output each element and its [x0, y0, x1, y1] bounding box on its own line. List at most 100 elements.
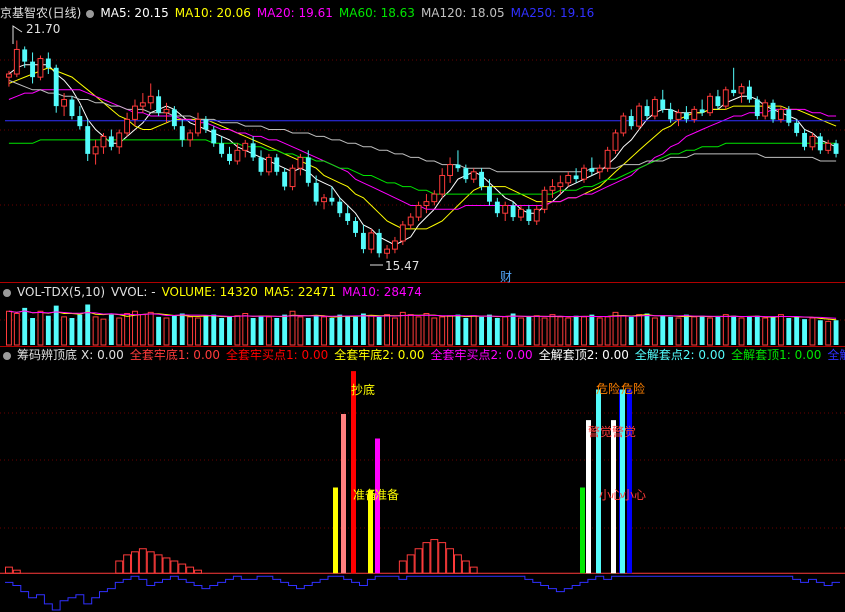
- candle-body: [337, 201, 343, 214]
- accum-bar: [186, 566, 195, 574]
- finance-event-marker[interactable]: 财: [500, 268, 512, 285]
- candle-body: [581, 167, 587, 180]
- volume-bar: [282, 314, 288, 345]
- volume-bar: [715, 316, 721, 345]
- ma-line-ma5: [8, 64, 837, 246]
- annotation-prepare-2: 准备: [375, 488, 400, 502]
- volume-title[interactable]: VOL-TDX(5,10): [17, 285, 105, 299]
- candle-body: [518, 208, 524, 218]
- signal-bar-marker: [375, 438, 380, 574]
- candle-body: [825, 142, 832, 151]
- signal-bar-警觉: [586, 420, 591, 574]
- price-plot: [5, 25, 840, 266]
- volume-bar: [30, 318, 36, 345]
- volume-bar: [809, 317, 816, 346]
- candle-body: [628, 116, 634, 127]
- candle-body: [195, 118, 201, 134]
- candle-body: [265, 156, 272, 173]
- volume-bar: [415, 316, 422, 346]
- signal-bar-pair: [627, 389, 632, 574]
- chart-stage: { "colors": { "background": "#000000", "…: [0, 0, 845, 612]
- candle-body: [777, 108, 784, 120]
- candle-body: [487, 186, 492, 202]
- vol-ma10-label: MA10: 28474: [342, 285, 422, 299]
- accum-bar: [438, 542, 447, 574]
- candle-body: [494, 201, 500, 214]
- stock-title[interactable]: 京基智农(日线): [0, 6, 81, 20]
- accum-bar: [146, 551, 155, 574]
- annotation-alert-1: 警觉: [588, 425, 613, 439]
- volume-bar: [431, 317, 438, 346]
- candle-body: [691, 108, 698, 120]
- volume-bar: [660, 315, 666, 345]
- volume-bar: [187, 316, 194, 346]
- settings-circle-icon[interactable]: [86, 10, 95, 18]
- accum-bar: [5, 566, 13, 574]
- volume-bar: [227, 316, 232, 345]
- candle-body: [37, 58, 44, 78]
- ma-line-ma120: [8, 79, 837, 173]
- volume-bar: [510, 313, 516, 345]
- candle-body: [124, 118, 131, 134]
- volume-header: VOL-TDX(5,10) VVOL: - VOLUME: 14320 MA5: 22…: [0, 284, 428, 300]
- volume-bar: [124, 313, 131, 346]
- volume-bar: [699, 315, 705, 345]
- accum-bar: [162, 557, 171, 574]
- accum-bar: [430, 539, 439, 574]
- volume-bar: [518, 317, 524, 346]
- accum-bar: [154, 554, 163, 574]
- volume-bar: [61, 316, 68, 346]
- vol-ma5-label: MA5: 22471: [263, 285, 337, 299]
- candle-body: [604, 149, 611, 169]
- volume-bar: [156, 316, 162, 345]
- low-price-marker: 15.47: [385, 259, 420, 273]
- candle-body: [675, 112, 682, 120]
- volume-bar: [802, 319, 807, 345]
- candle-body: [533, 208, 540, 222]
- volume-bar: [399, 311, 406, 346]
- candle-body: [770, 102, 776, 120]
- volume-bar: [620, 315, 627, 346]
- candle-body: [399, 224, 406, 242]
- chart-canvas: [0, 25, 845, 611]
- candle-body: [258, 157, 264, 172]
- annotation-prepare-1: 准备: [353, 488, 378, 502]
- candle-body: [565, 174, 572, 184]
- volume-bar: [581, 316, 587, 346]
- candle-body: [423, 201, 430, 206]
- candle-body: [668, 109, 674, 120]
- trapped-buy2-label: 全套牢买点2: 0.00: [430, 348, 533, 362]
- volume-bar: [132, 310, 138, 346]
- volume-bar: [139, 314, 146, 346]
- volume-bar: [321, 316, 327, 346]
- candle-body: [376, 232, 382, 254]
- settings-circle-icon[interactable]: [3, 352, 11, 360]
- accum-bar: [461, 560, 470, 574]
- volume-bar: [533, 315, 540, 346]
- accum-bar: [398, 560, 407, 574]
- release-top1-label: 全解套顶1: 0.00: [731, 348, 822, 362]
- candle-body: [321, 197, 327, 203]
- volume-bar: [833, 320, 839, 345]
- candle-body: [61, 99, 68, 107]
- settings-circle-icon[interactable]: [3, 289, 11, 297]
- volume-bar: [439, 316, 446, 346]
- candle-body: [77, 116, 83, 127]
- accum-bar: [115, 560, 124, 574]
- candle-body: [139, 102, 146, 107]
- volume-bar: [147, 311, 154, 346]
- vvol-label: VVOL: -: [111, 285, 156, 299]
- volume-bar: [376, 316, 382, 345]
- volume-bar: [447, 315, 454, 346]
- volume-bar: [297, 316, 304, 346]
- candle-body: [786, 109, 792, 123]
- candle-body: [715, 96, 721, 107]
- release-top2-label: 全解套顶2: 0.00: [538, 348, 629, 362]
- volume-bar: [384, 314, 390, 346]
- volume-bar: [557, 316, 564, 346]
- indicator-title[interactable]: 筹码辨顶底: [17, 348, 77, 362]
- candle-body: [809, 135, 816, 148]
- accum-bar: [12, 569, 21, 574]
- candle-body: [329, 197, 335, 202]
- trapped-bottom2-label: 全套牢底2: 0.00: [334, 348, 425, 362]
